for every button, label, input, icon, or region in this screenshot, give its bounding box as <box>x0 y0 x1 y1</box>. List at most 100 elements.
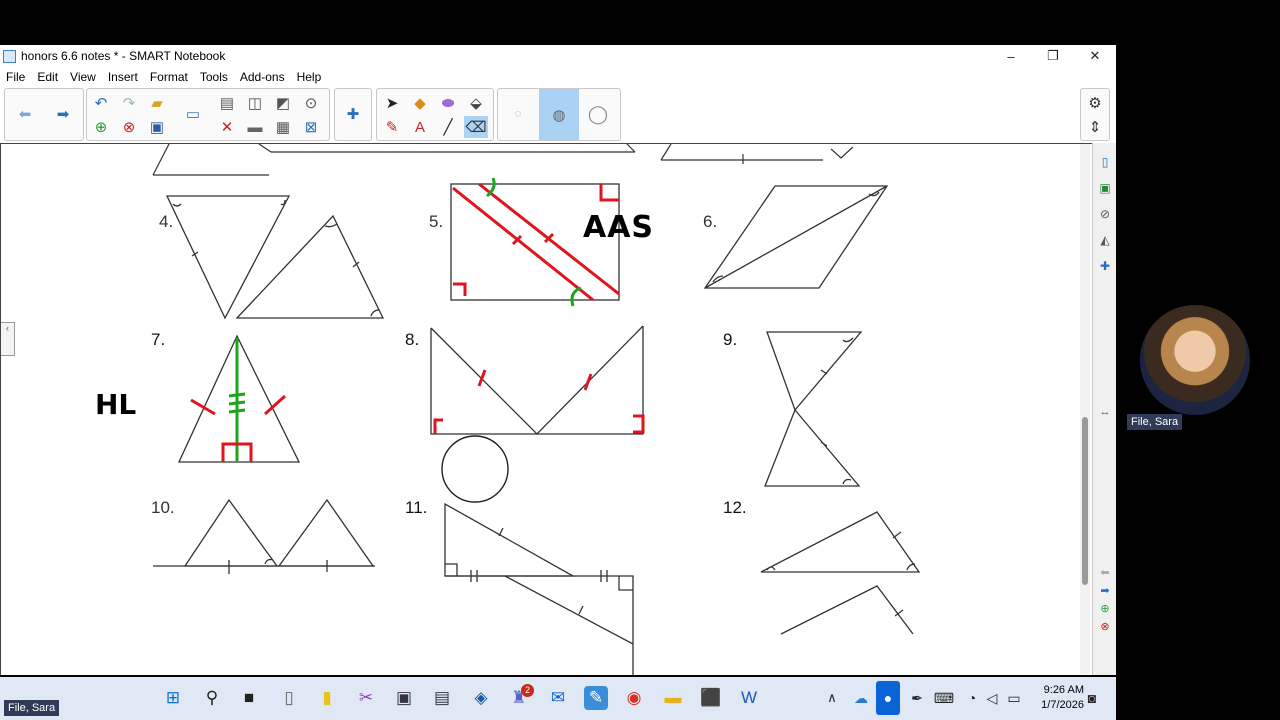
gear-icon[interactable]: ⚙ <box>1083 92 1107 114</box>
eraser-large-icon[interactable]: ◯ <box>586 103 610 125</box>
notebook-page[interactable]: 4. 5. 6. 7. 8. 9. 10. 11. 12. AAS HL ‹ <box>0 143 1092 675</box>
menu-help[interactable]: Help <box>291 70 328 84</box>
folder-icon[interactable]: ▬ <box>661 686 685 710</box>
problem-11-number: 11. <box>405 498 428 517</box>
page-sorter-icon[interactable]: ▯ <box>1093 151 1117 173</box>
eraser-cursor <box>441 435 509 503</box>
close-button[interactable]: ✕ <box>1074 45 1116 67</box>
presenter-name-tag: File, Sara <box>4 700 60 716</box>
text-icon[interactable]: A <box>408 116 432 138</box>
menu-file[interactable]: File <box>0 70 31 84</box>
microphone-icon[interactable]: ● <box>876 681 900 715</box>
onedrive-icon[interactable]: ☁ <box>849 686 873 710</box>
side-delete-page-icon[interactable]: ⊗ <box>1093 615 1117 637</box>
eraser-medium-icon[interactable]: ◍ <box>539 89 579 140</box>
volume-icon[interactable]: ◁ <box>980 686 1004 710</box>
scrollbar-thumb[interactable] <box>1082 417 1088 585</box>
notepad-icon[interactable]: ▯ <box>277 686 301 710</box>
figure-6 <box>703 185 889 289</box>
delete-icon[interactable]: ✕ <box>215 116 239 138</box>
smart-notebook-icon[interactable]: ✎ <box>584 686 608 710</box>
window-title: honors 6.6 notes * - SMART Notebook <box>21 49 226 63</box>
open-file-icon[interactable]: ▰ <box>145 92 169 114</box>
resize-handle-icon[interactable]: ↔ <box>1093 401 1117 423</box>
figure-4 <box>165 195 385 320</box>
monitor-icon[interactable]: ▣ <box>392 686 416 710</box>
minimize-button[interactable]: – <box>990 45 1032 67</box>
teams-notification-badge: 2 <box>521 684 534 697</box>
outlook-icon[interactable]: ✉ <box>546 686 570 710</box>
windows-start-icon[interactable]: ⊞ <box>161 686 185 710</box>
screen: honors 6.6 notes * - SMART Notebook – ❐ … <box>0 0 1280 720</box>
add-ons-group: ✚ <box>334 88 372 141</box>
paste-icon[interactable]: ▤ <box>215 92 239 114</box>
vertical-scrollbar[interactable] <box>1080 144 1090 674</box>
chrome-icon[interactable]: ◉ <box>622 686 646 710</box>
notification-icon[interactable]: ◙ <box>1080 686 1104 710</box>
menu-view[interactable]: View <box>64 70 102 84</box>
display-screen-icon[interactable]: ▭ <box>181 103 205 125</box>
smart-notebook-app-icon <box>3 49 16 63</box>
save-icon[interactable]: ▣ <box>145 116 169 138</box>
screenshot-icon[interactable]: ◈ <box>469 686 493 710</box>
search-icon[interactable]: ⚲ <box>200 686 224 710</box>
menu-bar: File Edit View Insert Format Tools Add-o… <box>0 67 1116 86</box>
eraser-icon[interactable]: ⌫ <box>464 116 488 138</box>
battery-icon[interactable]: ▭ <box>1002 686 1026 710</box>
screen-shade-icon[interactable]: ▬ <box>243 116 267 138</box>
previous-page-icon[interactable]: ⬅ <box>13 103 37 125</box>
line-icon[interactable]: ╱ <box>436 116 460 138</box>
menu-edit[interactable]: Edit <box>31 70 64 84</box>
full-screen-icon[interactable]: ⊠ <box>299 116 323 138</box>
problem-9-number: 9. <box>723 330 738 349</box>
eraser-small-icon[interactable]: ◌ <box>506 103 530 125</box>
menu-add-ons[interactable]: Add-ons <box>234 70 291 84</box>
problem-12-number: 12. <box>723 498 747 517</box>
chevron-up-icon[interactable]: ∧ <box>820 686 844 710</box>
delete-page-icon[interactable]: ⊗ <box>117 116 141 138</box>
expand-side-handle[interactable]: ‹ <box>1 322 15 356</box>
clock-date: 1/7/2026 <box>1041 699 1084 711</box>
document-camera-icon[interactable]: ◩ <box>271 92 295 114</box>
keyboard-icon[interactable]: ⌨ <box>932 686 956 710</box>
select-icon[interactable]: ➤ <box>380 92 404 114</box>
menu-insert[interactable]: Insert <box>102 70 144 84</box>
file-explorer-icon[interactable]: ■ <box>237 686 261 710</box>
problem-10-number: 10. <box>151 498 175 517</box>
menu-format[interactable]: Format <box>144 70 194 84</box>
zoom-icon[interactable]: ⊙ <box>299 92 323 114</box>
fill-icon[interactable]: ⬙ <box>464 92 488 114</box>
menu-tools[interactable]: Tools <box>194 70 234 84</box>
next-page-icon[interactable]: ➡ <box>51 103 75 125</box>
clock-time: 9:26 AM <box>1043 684 1084 696</box>
figure-9 <box>764 331 863 487</box>
highlighter-icon[interactable]: ▮ <box>315 686 339 710</box>
puzzle-icon[interactable]: ✚ <box>341 103 365 125</box>
problem-5-number: 5. <box>429 212 444 231</box>
problem-7-number: 7. <box>151 330 166 349</box>
add-ons-tab-icon[interactable]: ✚ <box>1093 255 1117 277</box>
properties-icon[interactable]: ◭ <box>1093 229 1117 251</box>
pens-icon[interactable]: ✎ <box>380 116 404 138</box>
screen-capture-icon[interactable]: ◫ <box>243 92 267 114</box>
table-icon[interactable]: ▦ <box>271 116 295 138</box>
file-tools-group: ↶ ↷ ▰ ⊕ ⊗ ▣ ▭ ▤ ◫ ◩ ⊙ ✕ ▬ ▦ ⊠ <box>86 88 330 141</box>
title-bar: honors 6.6 notes * - SMART Notebook – ❐ … <box>0 45 1116 67</box>
add-page-icon[interactable]: ⊕ <box>89 116 113 138</box>
undo-icon[interactable]: ↶ <box>89 92 113 114</box>
pen-icon[interactable]: ✒ <box>905 686 929 710</box>
snipping-tool-icon[interactable]: ✂ <box>354 686 378 710</box>
magic-pen-icon[interactable]: ⬬ <box>436 92 460 114</box>
problem-6-number: 6. <box>703 212 718 231</box>
attachments-icon[interactable]: ⊘ <box>1093 203 1117 225</box>
pdf-icon[interactable]: ⬛ <box>699 686 723 710</box>
move-toolbar-icon[interactable]: ⇕ <box>1083 116 1107 138</box>
redo-icon[interactable]: ↷ <box>117 92 141 114</box>
shapes-icon[interactable]: ◆ <box>408 92 432 114</box>
system-clock[interactable]: 9:26 AM 1/7/2026 <box>1041 683 1084 713</box>
gallery-icon[interactable]: ▣ <box>1093 177 1117 199</box>
toolbar-settings-group: ⚙ ⇕ <box>1080 88 1110 141</box>
word-icon[interactable]: W <box>737 686 761 710</box>
restore-button[interactable]: ❐ <box>1032 45 1074 67</box>
remote-desktop-icon[interactable]: ▤ <box>430 686 454 710</box>
